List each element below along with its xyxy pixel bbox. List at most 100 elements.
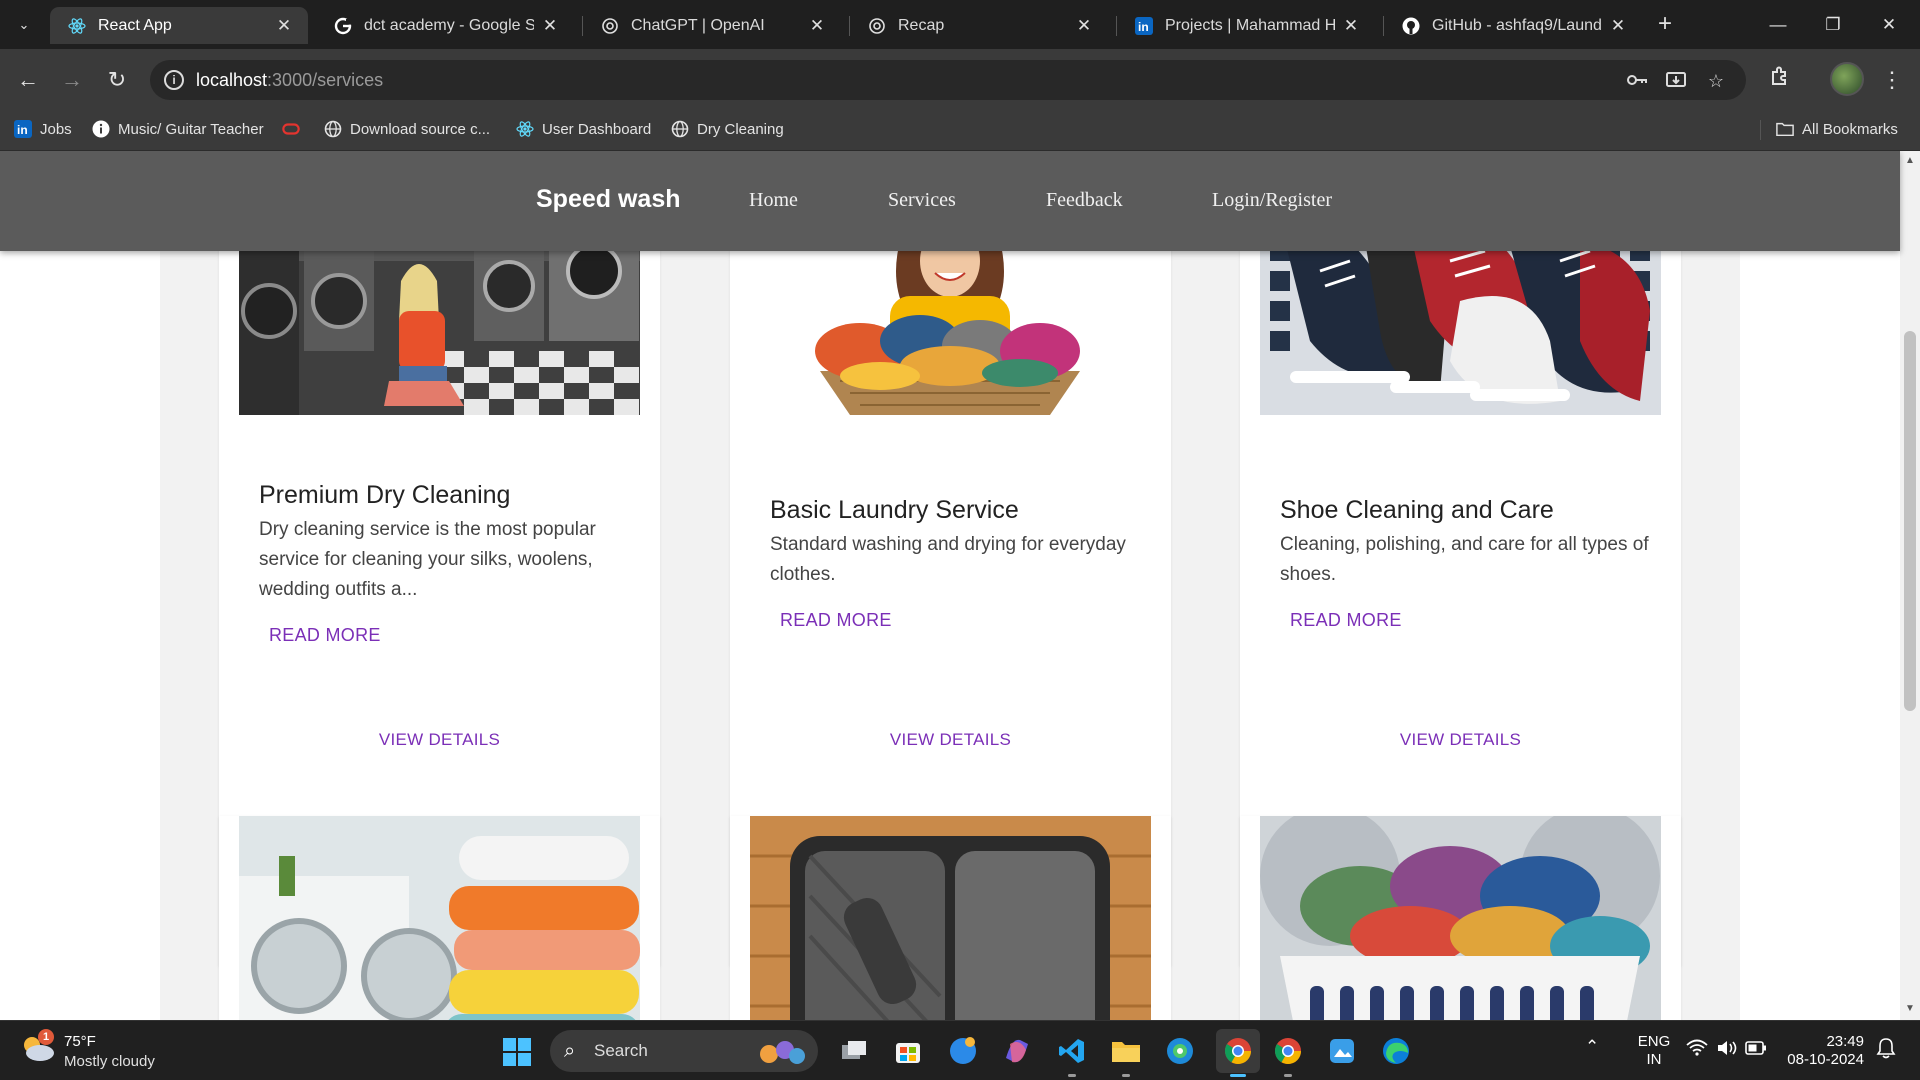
brand-logo[interactable]: Speed wash: [536, 185, 681, 214]
file-explorer-icon[interactable]: [1108, 1033, 1144, 1077]
card-description: Standard washing and drying for everyday…: [770, 534, 1126, 585]
reload-icon[interactable]: ↻: [101, 64, 133, 96]
tab-github[interactable]: GitHub - ashfaq9/Laundry ✕: [1384, 7, 1642, 44]
battery-icon[interactable]: [1745, 1041, 1767, 1059]
view-details-button[interactable]: VIEW DETAILS: [730, 730, 1171, 750]
weather-widget[interactable]: 1 75°F Mostly cloudy: [20, 1029, 180, 1073]
bookmark-jobs[interactable]: in Jobs: [14, 118, 72, 140]
folded-towels-photo: [239, 816, 640, 1020]
tab-title: dct academy - Google Sea: [364, 16, 534, 34]
view-details-button[interactable]: VIEW DETAILS: [219, 730, 660, 750]
taskbar-search[interactable]: ⌕ Search: [550, 1030, 818, 1072]
weather-condition: Mostly cloudy: [64, 1053, 155, 1070]
tab-chatgpt[interactable]: ChatGPT | OpenAI ✕: [583, 7, 841, 44]
tab-google-search[interactable]: dct academy - Google Sea ✕: [316, 7, 574, 44]
tab-close-icon[interactable]: ✕: [807, 16, 827, 36]
bookmark-dry-cleaning[interactable]: Dry Cleaning: [671, 118, 784, 140]
site-info-icon[interactable]: i: [164, 70, 184, 90]
microsoft-store-icon[interactable]: [890, 1033, 926, 1069]
running-indicator: [1068, 1074, 1076, 1077]
chrome-active-icon[interactable]: [1216, 1029, 1260, 1077]
view-details-button[interactable]: VIEW DETAILS: [1240, 730, 1681, 750]
nav-home[interactable]: Home: [749, 189, 798, 212]
extensions-puzzle-icon[interactable]: [1764, 64, 1796, 96]
wifi-icon[interactable]: [1686, 1039, 1708, 1061]
bookmark-download-source[interactable]: Download source c...: [324, 118, 490, 140]
tab-strip: ⌄ React App ✕ dct academy - Google Sea ✕…: [0, 0, 1920, 49]
window-close-icon[interactable]: ✕: [1866, 10, 1912, 40]
search-icon: ⌕: [564, 1040, 576, 1062]
input-language-indicator[interactable]: ENG IN: [1636, 1033, 1672, 1069]
tab-title: GitHub - ashfaq9/Laundry: [1432, 16, 1602, 34]
bookmarks-divider: [1760, 120, 1761, 140]
bookmark-oracle[interactable]: [282, 118, 308, 140]
password-key-icon[interactable]: [1624, 68, 1650, 94]
page-scrollbar[interactable]: ▲ ▼: [1900, 151, 1920, 1020]
read-more-button[interactable]: READ MORE: [780, 610, 892, 631]
chrome-icon[interactable]: [1270, 1033, 1306, 1077]
tab-close-icon[interactable]: ✕: [1608, 16, 1628, 36]
restore-icon[interactable]: ❐: [1810, 10, 1856, 40]
address-url[interactable]: localhost:3000/services: [196, 70, 383, 91]
tab-close-icon[interactable]: ✕: [274, 16, 294, 36]
copilot-pwa-icon[interactable]: [945, 1033, 981, 1069]
back-arrow-icon[interactable]: ←: [12, 64, 44, 96]
address-bar[interactable]: i localhost:3000/services ☆: [150, 60, 1746, 100]
photos-icon[interactable]: [1324, 1033, 1360, 1069]
windows-start-icon[interactable]: [502, 1037, 532, 1067]
github-icon: [1402, 17, 1420, 35]
openai-icon: [868, 17, 886, 35]
forward-arrow-icon[interactable]: →: [56, 64, 88, 96]
read-more-button[interactable]: READ MORE: [269, 625, 381, 646]
nav-login-register[interactable]: Login/Register: [1212, 189, 1332, 212]
read-more-button[interactable]: READ MORE: [1290, 610, 1402, 631]
google-icon: [334, 17, 352, 35]
task-view-icon[interactable]: [836, 1033, 872, 1069]
tab-recap[interactable]: Recap ✕: [850, 7, 1108, 44]
copilot-icon[interactable]: [999, 1033, 1035, 1069]
region-code: IN: [1646, 1051, 1662, 1068]
weather-alert-badge: 1: [38, 1029, 54, 1045]
search-label: Search: [594, 1041, 648, 1060]
tab-linkedin-projects[interactable]: in Projects | Mahammad Hasl ✕: [1117, 7, 1375, 44]
react-icon: [68, 17, 86, 35]
scroll-down-arrow-icon[interactable]: ▼: [1904, 1003, 1916, 1015]
tab-close-icon[interactable]: ✕: [1341, 16, 1361, 36]
tab-react-app[interactable]: React App ✕: [50, 7, 308, 44]
bookmark-star-icon[interactable]: ☆: [1703, 68, 1729, 94]
card-title: Basic Laundry Service: [770, 496, 1019, 524]
tab-title: React App: [98, 16, 172, 34]
card-title: Premium Dry Cleaning: [259, 481, 511, 509]
volume-icon[interactable]: [1716, 1039, 1738, 1061]
all-bookmarks-button[interactable]: All Bookmarks: [1776, 118, 1898, 140]
bookmark-label: User Dashboard: [542, 120, 652, 138]
scroll-up-arrow-icon[interactable]: ▲: [1904, 155, 1916, 167]
clock[interactable]: 23:49 08-10-2024: [1782, 1033, 1864, 1069]
nav-services[interactable]: Services: [888, 189, 956, 212]
new-tab-plus-icon[interactable]: +: [1651, 12, 1679, 38]
running-indicator: [1230, 1074, 1246, 1077]
service-card: [1240, 816, 1681, 1020]
show-hidden-icons-chevron-icon[interactable]: ⌃: [1585, 1037, 1599, 1057]
bookmark-music-guitar-teacher[interactable]: Music/ Guitar Teacher: [92, 118, 264, 140]
clock-date: 08-10-2024: [1787, 1051, 1864, 1068]
minimize-icon[interactable]: —: [1755, 10, 1801, 40]
card-description: Cleaning, polishing, and care for all ty…: [1280, 534, 1649, 585]
edge-icon[interactable]: [1378, 1033, 1414, 1069]
tab-title: ChatGPT | OpenAI: [631, 16, 765, 34]
folder-icon: [1776, 120, 1794, 138]
scrollbar-thumb[interactable]: [1904, 331, 1916, 711]
react-icon: [516, 120, 534, 138]
install-app-icon[interactable]: [1663, 68, 1689, 94]
profile-avatar[interactable]: [1830, 62, 1864, 96]
tab-search-chevron-icon[interactable]: ⌄: [10, 12, 38, 38]
vscode-icon[interactable]: [1054, 1033, 1090, 1077]
tab-close-icon[interactable]: ✕: [540, 16, 560, 36]
notification-bell-icon[interactable]: [1876, 1037, 1896, 1064]
edge-profile-icon[interactable]: [1162, 1033, 1198, 1069]
tab-close-icon[interactable]: ✕: [1074, 16, 1094, 36]
nav-feedback[interactable]: Feedback: [1046, 189, 1123, 212]
windows-taskbar: 1 75°F Mostly cloudy ⌕ Search ⌃ ENG IN 2…: [0, 1020, 1920, 1080]
bookmark-user-dashboard[interactable]: User Dashboard: [516, 118, 651, 140]
browser-menu-icon[interactable]: ⋮: [1876, 64, 1908, 96]
